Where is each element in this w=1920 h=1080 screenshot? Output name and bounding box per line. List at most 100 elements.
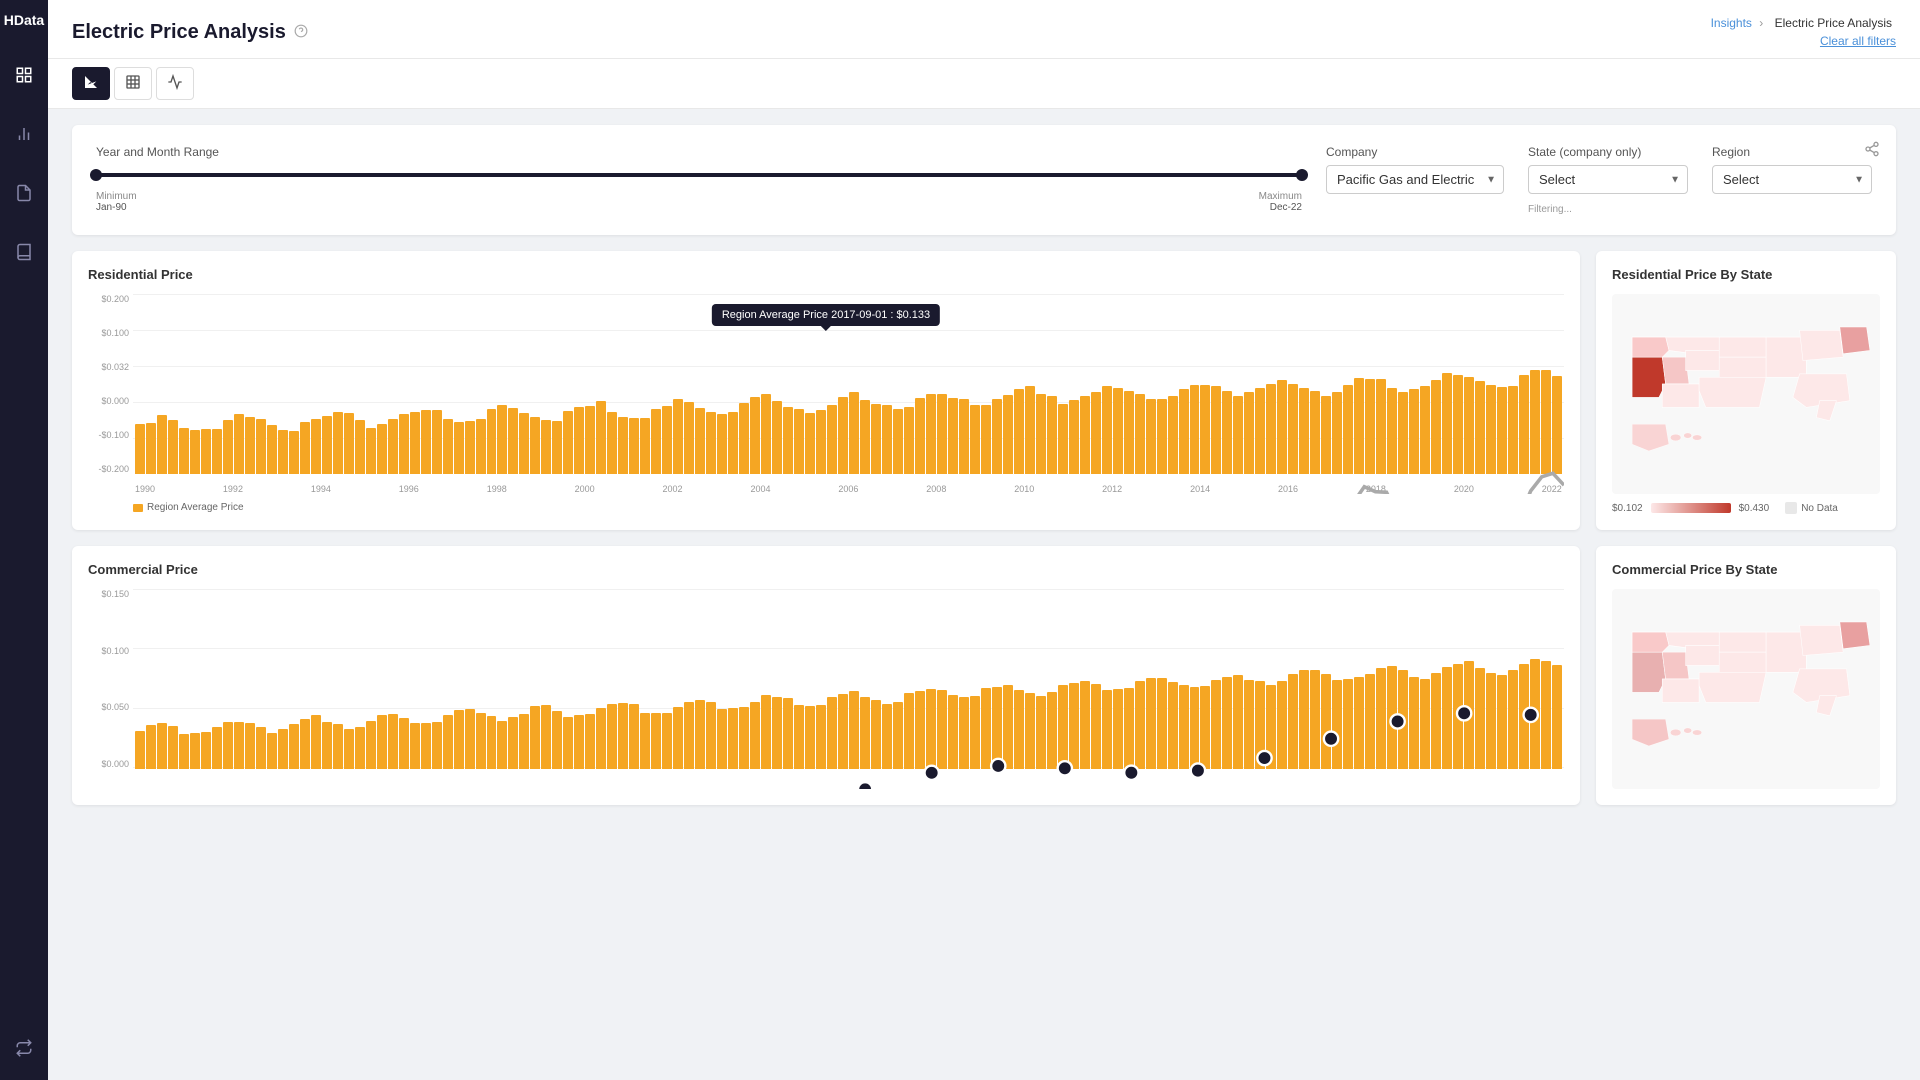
commercial-bar-item[interactable] bbox=[1135, 681, 1145, 769]
commercial-bar-item[interactable] bbox=[234, 722, 244, 769]
commercial-bar-item[interactable] bbox=[421, 723, 431, 769]
commercial-bar-item[interactable] bbox=[794, 705, 804, 769]
commercial-bar-item[interactable] bbox=[1233, 675, 1243, 769]
commercial-bar-item[interactable] bbox=[432, 722, 442, 769]
bar-item[interactable] bbox=[827, 405, 837, 474]
commercial-bar-item[interactable] bbox=[377, 715, 387, 769]
commercial-bar-item[interactable] bbox=[1058, 685, 1068, 769]
bar-item[interactable] bbox=[893, 409, 903, 474]
bar-item[interactable] bbox=[530, 417, 540, 474]
bar-item[interactable] bbox=[673, 399, 683, 474]
commercial-bar-item[interactable] bbox=[574, 715, 584, 769]
commercial-bar-item[interactable] bbox=[904, 693, 914, 769]
bar-item[interactable] bbox=[1003, 395, 1013, 474]
commercial-bar-item[interactable] bbox=[1266, 685, 1276, 769]
commercial-bar-item[interactable] bbox=[344, 729, 354, 769]
commercial-bar-item[interactable] bbox=[750, 702, 760, 769]
commercial-bar-item[interactable] bbox=[1080, 681, 1090, 769]
range-handle-right[interactable] bbox=[1296, 169, 1308, 181]
commercial-bar-item[interactable] bbox=[212, 727, 222, 769]
bar-item[interactable] bbox=[684, 402, 694, 474]
commercial-bar-item[interactable] bbox=[629, 704, 639, 769]
sidebar-item-charts[interactable] bbox=[9, 119, 39, 154]
commercial-bar-item[interactable] bbox=[201, 732, 211, 769]
commercial-bar-item[interactable] bbox=[267, 733, 277, 769]
commercial-bar-item[interactable] bbox=[1288, 674, 1298, 769]
commercial-bar-item[interactable] bbox=[1398, 670, 1408, 770]
bar-item[interactable] bbox=[443, 419, 453, 474]
bar-item[interactable] bbox=[1124, 391, 1134, 474]
bar-item[interactable] bbox=[1135, 394, 1145, 474]
commercial-bar-item[interactable] bbox=[1179, 685, 1189, 769]
commercial-bar-item[interactable] bbox=[223, 722, 233, 769]
commercial-bar-item[interactable] bbox=[673, 707, 683, 769]
commercial-bar-item[interactable] bbox=[651, 713, 661, 769]
commercial-bar-item[interactable] bbox=[135, 731, 145, 769]
commercial-bar-item[interactable] bbox=[882, 704, 892, 769]
commercial-bar-item[interactable] bbox=[497, 721, 507, 769]
bar-item[interactable] bbox=[728, 412, 738, 474]
commercial-bar-item[interactable] bbox=[1190, 687, 1200, 769]
commercial-bar-item[interactable] bbox=[508, 717, 518, 769]
bar-item[interactable] bbox=[1552, 376, 1562, 474]
bar-item[interactable] bbox=[1508, 386, 1518, 474]
bar-item[interactable] bbox=[959, 399, 969, 474]
bar-item[interactable] bbox=[157, 415, 167, 474]
commercial-bar-chart[interactable]: $0.150 $0.100 $0.050 $0.000 bbox=[88, 589, 1564, 789]
commercial-bar-item[interactable] bbox=[190, 733, 200, 769]
clear-filters-button[interactable]: Clear all filters bbox=[1820, 34, 1896, 48]
commercial-bar-item[interactable] bbox=[487, 716, 497, 769]
bar-item[interactable] bbox=[541, 420, 551, 474]
bar-item[interactable] bbox=[662, 406, 672, 474]
bar-item[interactable] bbox=[1398, 392, 1408, 474]
commercial-bar-item[interactable] bbox=[476, 713, 486, 769]
bar-item[interactable] bbox=[234, 414, 244, 474]
bar-item[interactable] bbox=[992, 399, 1002, 474]
bar-item[interactable] bbox=[1299, 388, 1309, 474]
commercial-bar-item[interactable] bbox=[1332, 680, 1342, 769]
commercial-bar-item[interactable] bbox=[311, 715, 321, 769]
commercial-map[interactable] bbox=[1612, 589, 1880, 789]
commercial-bar-item[interactable] bbox=[1486, 673, 1496, 769]
bar-item[interactable] bbox=[1047, 396, 1057, 474]
breadcrumb-parent[interactable]: Insights bbox=[1711, 16, 1752, 30]
bar-item[interactable] bbox=[1025, 386, 1035, 474]
bar-item[interactable] bbox=[476, 419, 486, 474]
trend-view-button[interactable] bbox=[156, 67, 194, 100]
range-slider[interactable] bbox=[96, 173, 1302, 177]
commercial-bar-item[interactable] bbox=[640, 713, 650, 769]
bar-item[interactable] bbox=[465, 421, 475, 474]
commercial-bar-item[interactable] bbox=[1431, 673, 1441, 769]
commercial-bar-item[interactable] bbox=[706, 702, 716, 769]
commercial-bar-item[interactable] bbox=[596, 708, 606, 769]
chart-view-button[interactable] bbox=[72, 67, 110, 100]
bar-item[interactable] bbox=[783, 407, 793, 474]
commercial-bar-item[interactable] bbox=[245, 723, 255, 769]
bar-item[interactable] bbox=[1442, 373, 1452, 474]
bar-item[interactable] bbox=[1475, 381, 1485, 474]
bar-item[interactable] bbox=[937, 394, 947, 474]
bar-item[interactable] bbox=[1365, 379, 1375, 474]
bar-item[interactable] bbox=[223, 420, 233, 474]
bar-item[interactable] bbox=[1277, 380, 1287, 474]
commercial-bar-item[interactable] bbox=[1091, 684, 1101, 769]
commercial-bar-item[interactable] bbox=[662, 713, 672, 769]
commercial-bar-item[interactable] bbox=[783, 698, 793, 769]
commercial-bar-item[interactable] bbox=[739, 707, 749, 769]
bar-item[interactable] bbox=[926, 394, 936, 474]
bar-item[interactable] bbox=[981, 405, 991, 474]
bar-item[interactable] bbox=[421, 410, 431, 474]
bar-item[interactable] bbox=[948, 398, 958, 474]
commercial-bar-item[interactable] bbox=[1453, 664, 1463, 769]
commercial-bar-item[interactable] bbox=[1530, 659, 1540, 769]
bar-item[interactable] bbox=[1146, 399, 1156, 474]
commercial-bar-item[interactable] bbox=[157, 723, 167, 769]
bar-item[interactable] bbox=[794, 409, 804, 474]
commercial-bar-item[interactable] bbox=[410, 723, 420, 769]
commercial-bar-item[interactable] bbox=[838, 694, 848, 769]
commercial-bar-item[interactable] bbox=[519, 714, 529, 769]
bar-item[interactable] bbox=[1266, 384, 1276, 474]
bar-item[interactable] bbox=[432, 410, 442, 474]
bar-item[interactable] bbox=[871, 404, 881, 474]
bar-item[interactable] bbox=[1058, 404, 1068, 474]
